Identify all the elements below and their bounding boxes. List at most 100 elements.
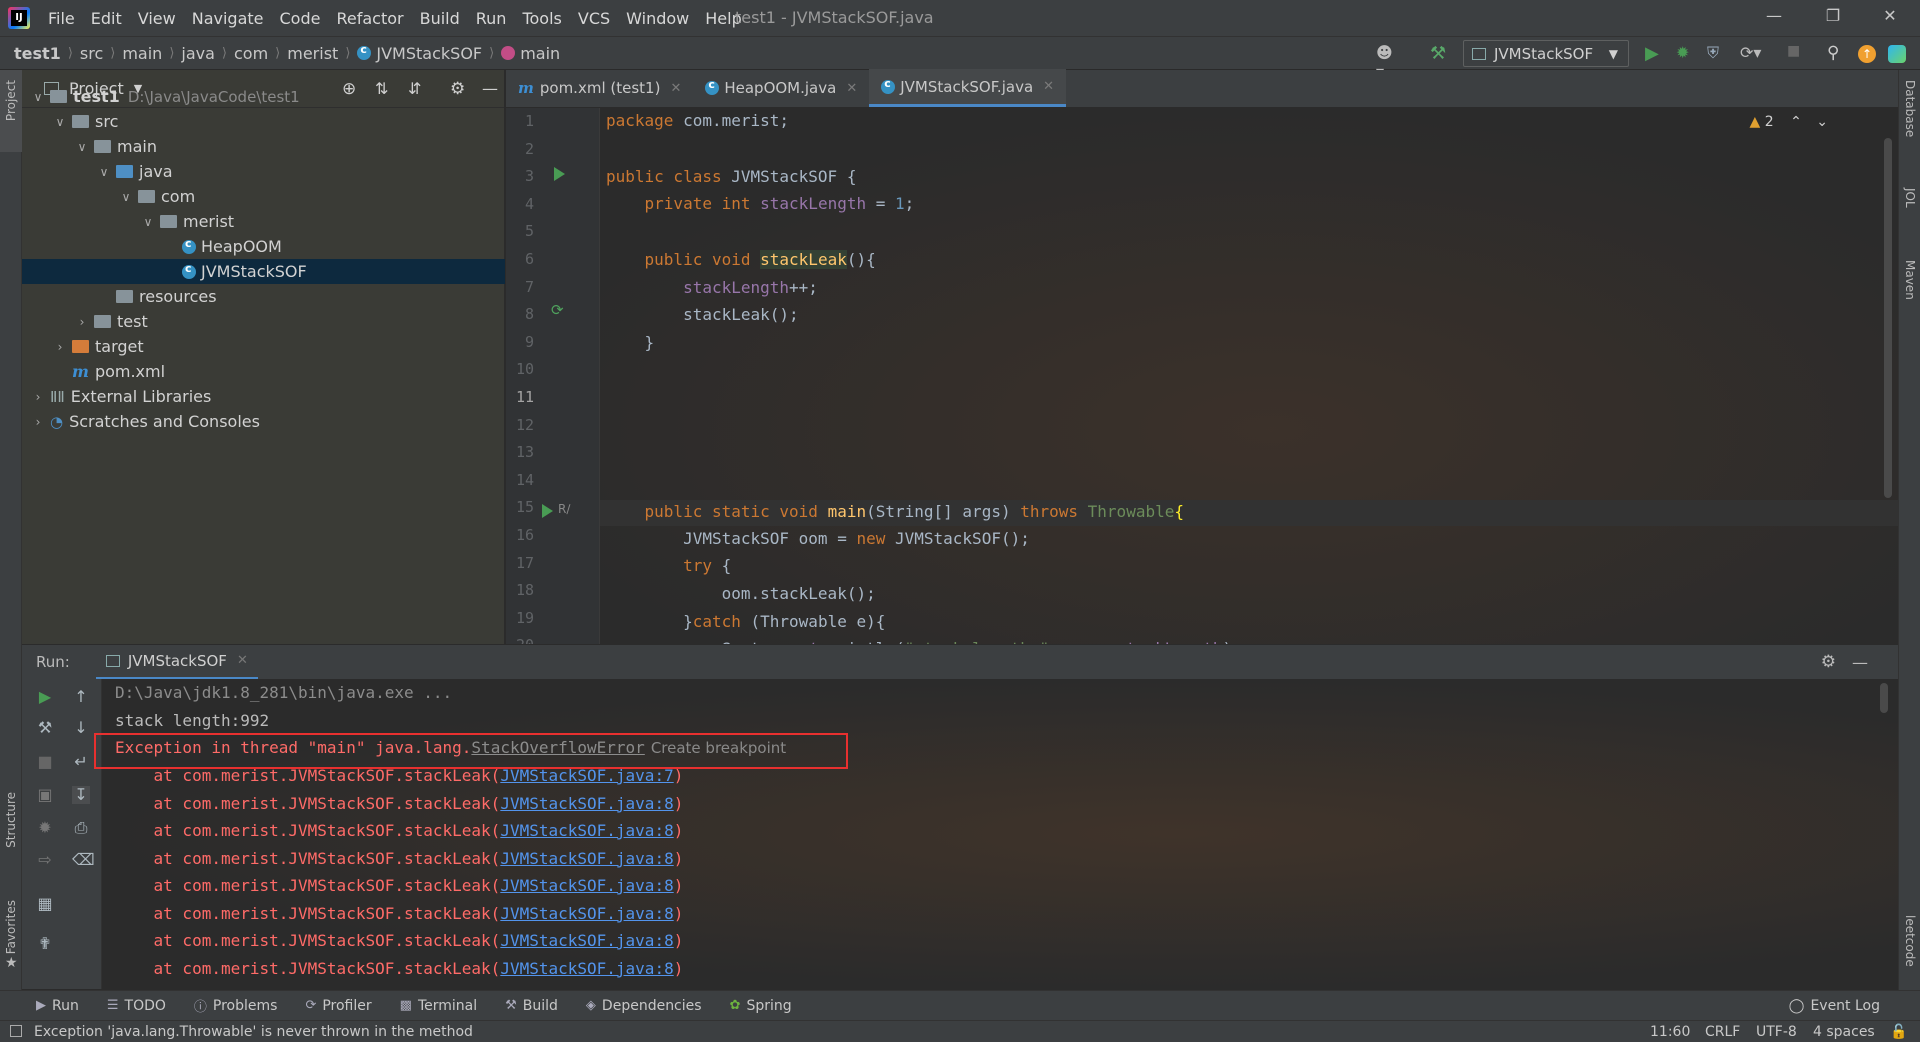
breadcrumb-class[interactable]: JVMStackSOF [357,43,482,63]
toolwindow-build[interactable]: ⚒ Build [505,998,558,1014]
event-log-button[interactable]: ◯ Event Log [1789,998,1880,1014]
caret-position[interactable]: 11:60 [1650,1024,1690,1040]
tree-item[interactable]: resources [22,284,505,309]
breadcrumb-com[interactable]: com [234,44,268,63]
tree-item[interactable]: › ⅡⅡ External Libraries [22,384,505,409]
plugin-logo-icon[interactable] [1888,45,1906,63]
close-icon[interactable]: ✕ [846,81,857,96]
chevron-right-icon[interactable]: › [52,340,68,354]
gear-icon[interactable]: ⚙ [1821,652,1836,672]
menu-navigate[interactable]: Navigate [184,9,272,28]
leetcode-stripe-label[interactable]: leetcode [1903,915,1917,967]
menu-view[interactable]: View [130,9,184,28]
toolwindow-todo[interactable]: ☰ TODO [107,998,166,1014]
minimize-button[interactable]: — [1752,6,1796,30]
tree-item[interactable]: › test [22,309,505,334]
wrench-icon[interactable]: ⚒ [36,719,54,737]
restore-button[interactable]: ❐ [1811,6,1855,30]
tree-item[interactable]: m pom.xml [22,359,505,384]
run-tab[interactable]: JVMStackSOF ✕ [95,645,258,680]
editor-scrollbar[interactable] [1884,138,1892,498]
tree-item[interactable]: › target [22,334,505,359]
menu-refactor[interactable]: Refactor [328,9,411,28]
profile-icon[interactable]: ⟳▾ [1740,43,1761,63]
pin-icon[interactable]: ✟ [36,935,54,953]
chevron-up-icon[interactable]: ⌃ [1790,114,1802,130]
soft-wrap-icon[interactable]: ↵ [72,753,90,771]
camera-icon[interactable]: ▣ [36,786,54,804]
chevron-down-icon[interactable]: ∨ [52,115,68,129]
tree-item[interactable]: › ◔ Scratches and Consoles [22,409,505,434]
menu-window[interactable]: Window [618,9,697,28]
tree-item[interactable]: ∨ main [22,134,505,159]
jol-stripe-label[interactable]: JOL [1903,188,1917,208]
search-icon[interactable]: ⚲ [1827,43,1847,63]
down-arrow-icon[interactable]: ↓ [72,719,90,737]
breadcrumb-test1[interactable]: test1 [14,44,61,63]
stop-icon[interactable]: ■ [36,753,54,771]
breadcrumb-src[interactable]: src [80,44,103,63]
chevron-down-icon[interactable]: ∨ [118,190,134,204]
tree-item[interactable]: JVMStackSOF [22,259,505,284]
chevron-right-icon[interactable]: › [74,315,90,329]
indent-setting[interactable]: 4 spaces [1813,1024,1875,1040]
scroll-to-end-icon[interactable]: ↧ [72,786,90,804]
close-icon[interactable]: ✕ [237,653,248,668]
lock-icon[interactable]: 🔓 [1890,1024,1907,1040]
toolwindow-dependencies[interactable]: ◈ Dependencies [586,998,702,1014]
close-icon[interactable]: ✕ [670,81,681,96]
breadcrumb-method[interactable]: main [501,44,560,63]
tab-jvmstacksof[interactable]: JVMStackSOF.java ✕ [869,69,1067,107]
toolwindow-problems[interactable]: ⓘ Problems [194,996,278,1016]
tree-item[interactable]: ∨ src [22,109,505,134]
toolwindow-profiler[interactable]: ⟳ Profiler [305,998,371,1014]
tree-item[interactable]: ∨ com [22,184,505,209]
database-stripe-label[interactable]: Database [1903,80,1917,137]
chevron-down-icon[interactable]: ⌄ [1816,114,1828,130]
menu-tools[interactable]: Tools [514,9,569,28]
maven-stripe-label[interactable]: Maven [1903,260,1917,300]
print-icon[interactable]: ⎙ [72,819,90,837]
toolwindow-run[interactable]: ▶ Run [36,998,79,1014]
project-stripe-button[interactable]: Project [0,70,22,152]
file-encoding[interactable]: UTF-8 [1756,1024,1797,1040]
breadcrumb-java[interactable]: java [181,44,215,63]
tab-heapoom[interactable]: HeapOOM.java ✕ [693,69,869,107]
stack-frame-link[interactable]: JVMStackSOF.java:8 [500,959,673,978]
close-icon[interactable]: ✕ [1043,79,1054,94]
stack-frame-link[interactable]: JVMStackSOF.java:8 [500,904,673,923]
console-scrollbar[interactable] [1880,683,1888,713]
close-window-button[interactable]: ✕ [1868,6,1912,30]
run-gutter-icon[interactable] [554,167,565,181]
run-icon[interactable]: ▶ [1645,43,1665,64]
status-window-icon[interactable] [10,1025,22,1037]
hide-panel-icon[interactable]: — [1852,653,1868,672]
debugger-icon[interactable]: ✹ [36,819,54,837]
chevron-down-icon[interactable]: ∨ [96,165,112,179]
build-hammer-icon[interactable]: ⚒ [1430,43,1450,64]
code-editor[interactable]: 1234567891011121314151617181920 ⟳ R∕ pac… [506,108,1898,644]
chevron-down-icon[interactable]: ∨ [30,90,46,104]
stack-frame-link[interactable]: JVMStackSOF.java:8 [500,876,673,895]
breadcrumb-merist[interactable]: merist [287,44,338,63]
menu-file[interactable]: File [40,9,83,28]
menu-vcs[interactable]: VCS [570,9,618,28]
tree-item[interactable]: ∨ merist [22,209,505,234]
menu-run[interactable]: Run [468,9,515,28]
inspection-warnings[interactable]: ▲ 2 ⌃ ⌄ [1749,114,1828,130]
chevron-down-icon[interactable]: ∨ [74,140,90,154]
tree-item[interactable]: ∨ java [22,159,505,184]
chevron-right-icon[interactable]: › [30,415,46,429]
trash-icon[interactable]: ⌫ [72,851,95,869]
exit-icon[interactable]: ⇨ [36,851,54,869]
tab-pom-xml[interactable]: m pom.xml (test1) ✕ [506,69,693,107]
tree-item[interactable]: HeapOOM [22,234,505,259]
stack-frame-link[interactable]: JVMStackSOF.java:8 [500,849,673,868]
layout-icon[interactable]: ▦ [36,895,54,913]
toolwindow-terminal[interactable]: ▩ Terminal [400,998,477,1014]
menu-build[interactable]: Build [412,9,468,28]
user-icon[interactable]: ☻▾ [1376,43,1396,81]
stop-icon[interactable]: ■ [1787,43,1807,63]
favorites-stripe-label[interactable]: Favorites [4,900,18,954]
chevron-down-icon[interactable]: ∨ [140,215,156,229]
